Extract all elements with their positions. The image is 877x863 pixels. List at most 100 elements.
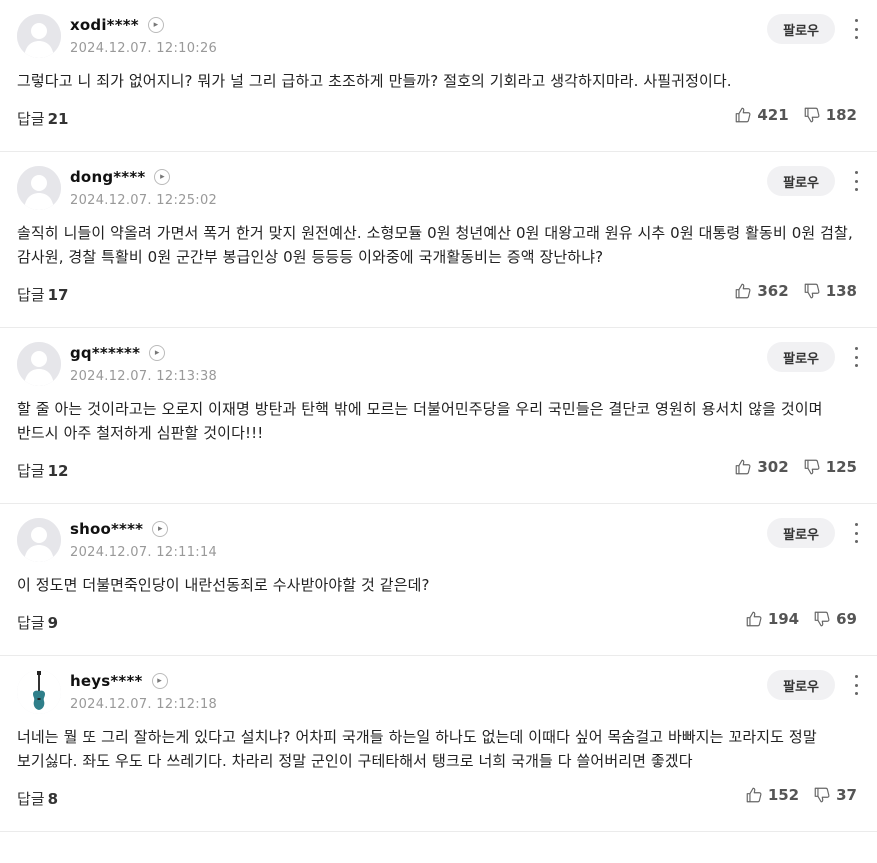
thumbs-up-icon: [736, 107, 751, 123]
like-button[interactable]: 302: [734, 458, 789, 476]
more-options-icon[interactable]: [851, 17, 861, 41]
nickname[interactable]: xodi****: [70, 16, 139, 34]
thumbs-down-icon: [804, 459, 820, 475]
dislike-count: 138: [825, 282, 857, 300]
profile-chevron-icon[interactable]: ▸: [149, 345, 166, 361]
default-avatar-icon: [17, 342, 61, 386]
comment-footer: 답글 21 421 182: [17, 106, 859, 130]
default-avatar-icon: [17, 518, 61, 562]
thumbs-up-icon: [746, 611, 762, 627]
like-count: 194: [767, 610, 800, 628]
comment-item: xodi**** ▸ 2024.12.07. 12:10:26 팔로우 그렇다고…: [0, 0, 877, 152]
guitar-avatar-icon: [17, 670, 61, 714]
profile-chevron-icon[interactable]: ▸: [154, 169, 171, 185]
reply-label: 답글: [17, 109, 45, 128]
profile-chevron-icon[interactable]: ▸: [152, 521, 169, 537]
dislike-button[interactable]: 125: [803, 458, 857, 476]
reply-label: 답글: [17, 613, 45, 632]
dislike-button[interactable]: 138: [803, 282, 857, 300]
comment-footer: 답글 8 152 37: [17, 786, 859, 810]
thumbs-down-icon: [814, 787, 830, 803]
comment-header: shoo**** ▸ 2024.12.07. 12:11:14 팔로우: [17, 518, 859, 570]
vote-group: 194 69: [745, 610, 857, 628]
vote-group: 152 37: [745, 786, 857, 804]
nickname[interactable]: shoo****: [70, 520, 143, 538]
more-options-icon[interactable]: [851, 345, 861, 369]
like-count: 152: [767, 786, 800, 804]
thumbs-down-icon: [804, 107, 820, 123]
like-count: 362: [757, 282, 789, 300]
comment-list: xodi**** ▸ 2024.12.07. 12:10:26 팔로우 그렇다고…: [0, 0, 877, 832]
thumbs-up-icon: [736, 459, 751, 475]
reply-button[interactable]: 답글 12: [17, 460, 68, 481]
dislike-button[interactable]: 182: [803, 106, 857, 124]
vote-group: 362 138: [734, 282, 857, 300]
nickname-row: dong**** ▸: [70, 168, 171, 186]
reply-button[interactable]: 답글 17: [17, 284, 68, 305]
dislike-button[interactable]: 69: [813, 610, 857, 628]
default-avatar-icon: [17, 166, 61, 210]
nickname[interactable]: heys****: [70, 672, 143, 690]
comment-footer: 답글 9 194 69: [17, 610, 859, 634]
more-options-icon[interactable]: [851, 673, 861, 697]
like-count: 302: [757, 458, 789, 476]
comment-text: 솔직히 니들이 약올려 가면서 폭거 한거 맞지 원전예산. 소형모듈 0원 청…: [17, 224, 853, 266]
thumbs-down-icon: [804, 283, 820, 299]
reply-count: 17: [47, 285, 69, 304]
reply-button[interactable]: 답글 8: [17, 788, 58, 809]
nickname-row: shoo**** ▸: [70, 520, 169, 538]
nickname-row: gq****** ▸: [70, 344, 166, 362]
like-count: 421: [757, 106, 789, 124]
follow-button[interactable]: 팔로우: [767, 670, 835, 700]
comment-footer: 답글 12 302 125: [17, 458, 859, 482]
reply-count: 12: [47, 461, 69, 480]
more-options-icon[interactable]: [851, 521, 861, 545]
dislike-count: 37: [836, 786, 857, 804]
vote-group: 302 125: [734, 458, 857, 476]
comment-date: 2024.12.07. 12:12:18: [70, 697, 218, 712]
follow-button[interactable]: 팔로우: [767, 14, 835, 44]
like-button[interactable]: 362: [734, 282, 789, 300]
comment-text: 할 줄 아는 것이라고는 오로지 이재명 방탄과 탄핵 밖에 모르는 더불어민주…: [17, 400, 823, 442]
thumbs-up-icon: [736, 283, 751, 299]
dislike-count: 125: [825, 458, 857, 476]
avatar[interactable]: [17, 166, 61, 210]
comment-date: 2024.12.07. 12:25:02: [70, 193, 218, 208]
reply-count: 21: [47, 109, 69, 128]
comment-header: dong**** ▸ 2024.12.07. 12:25:02 팔로우: [17, 166, 859, 218]
thumbs-up-icon: [746, 787, 762, 803]
profile-chevron-icon[interactable]: ▸: [151, 673, 168, 689]
comment-item: shoo**** ▸ 2024.12.07. 12:11:14 팔로우 이 정도…: [0, 504, 877, 656]
follow-button[interactable]: 팔로우: [767, 342, 835, 372]
reply-count: 8: [47, 789, 59, 808]
like-button[interactable]: 194: [745, 610, 799, 628]
avatar[interactable]: [17, 342, 61, 386]
reply-button[interactable]: 답글 21: [17, 108, 68, 129]
dislike-count: 182: [825, 106, 857, 124]
comment-text: 이 정도면 더불면죽인당이 내란선동죄로 수사받아야할 것 같은데?: [17, 576, 430, 594]
thumbs-down-icon: [814, 611, 830, 627]
avatar[interactable]: [17, 14, 61, 58]
avatar[interactable]: [17, 670, 61, 714]
follow-button[interactable]: 팔로우: [767, 166, 835, 196]
like-button[interactable]: 152: [745, 786, 799, 804]
comment-text: 너네는 뭘 또 그리 잘하는게 있다고 설치냐? 어차피 국개들 하는일 하나도…: [17, 728, 817, 770]
reply-count: 9: [47, 613, 59, 632]
avatar[interactable]: [17, 518, 61, 562]
default-avatar-icon: [17, 14, 61, 58]
follow-button[interactable]: 팔로우: [767, 518, 835, 548]
dislike-count: 69: [836, 610, 857, 628]
comment-header: gq****** ▸ 2024.12.07. 12:13:38 팔로우: [17, 342, 859, 394]
comment-footer: 답글 17 362 138: [17, 282, 859, 306]
nickname[interactable]: gq******: [70, 344, 140, 362]
dislike-button[interactable]: 37: [813, 786, 857, 804]
reply-button[interactable]: 답글 9: [17, 612, 58, 633]
more-options-icon[interactable]: [851, 169, 861, 193]
comment-date: 2024.12.07. 12:10:26: [70, 41, 218, 56]
like-button[interactable]: 421: [734, 106, 789, 124]
nickname[interactable]: dong****: [70, 168, 145, 186]
reply-label: 답글: [17, 285, 45, 304]
comment-header: heys**** ▸ 2024.12.07. 12:12:18 팔로우: [17, 670, 859, 722]
profile-chevron-icon[interactable]: ▸: [147, 17, 164, 33]
nickname-row: xodi**** ▸: [70, 16, 164, 34]
